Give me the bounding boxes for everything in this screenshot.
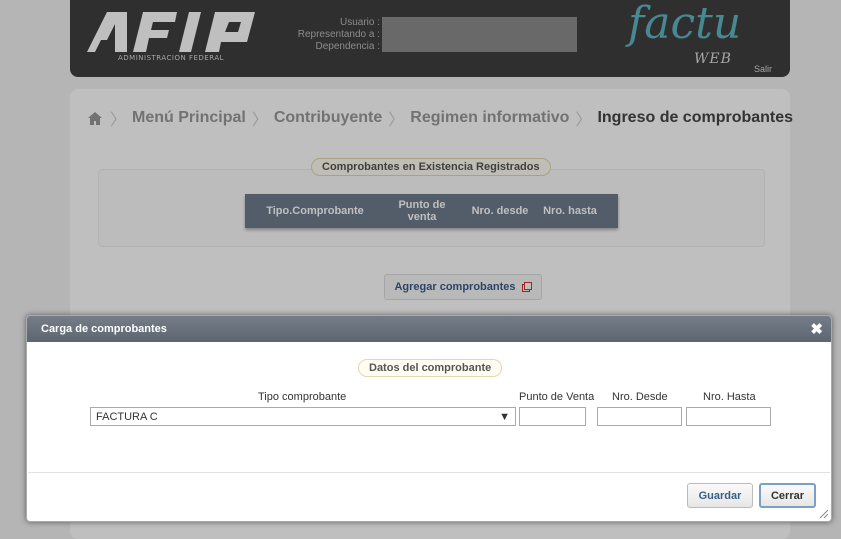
desde-input[interactable] bbox=[597, 407, 682, 426]
punto-label: Punto de Venta bbox=[519, 391, 595, 403]
dropdown-arrow-icon: ▼ bbox=[499, 410, 510, 423]
hasta-label: Nro. Hasta bbox=[703, 391, 756, 403]
tipo-select-value: FACTURA C bbox=[96, 410, 158, 423]
close-icon[interactable]: ✖ bbox=[810, 320, 823, 338]
voucher-load-dialog: Carga de comprobantes ✖ Datos del compro… bbox=[26, 315, 832, 522]
resize-grip-icon[interactable] bbox=[818, 508, 828, 518]
dialog-title: Carga de comprobantes bbox=[41, 323, 167, 335]
punto-input[interactable] bbox=[519, 407, 586, 426]
hasta-input[interactable] bbox=[686, 407, 771, 426]
close-button[interactable]: Cerrar bbox=[759, 483, 816, 508]
dialog-legend: Datos del comprobante bbox=[358, 359, 503, 377]
tipo-select[interactable]: FACTURA C ▼ bbox=[90, 407, 516, 426]
tipo-label: Tipo comprobante bbox=[258, 391, 347, 403]
dialog-titlebar[interactable]: Carga de comprobantes ✖ bbox=[27, 316, 831, 342]
dialog-divider bbox=[28, 472, 830, 473]
desde-label: Nro. Desde bbox=[612, 391, 668, 403]
save-button[interactable]: Guardar bbox=[687, 483, 753, 508]
